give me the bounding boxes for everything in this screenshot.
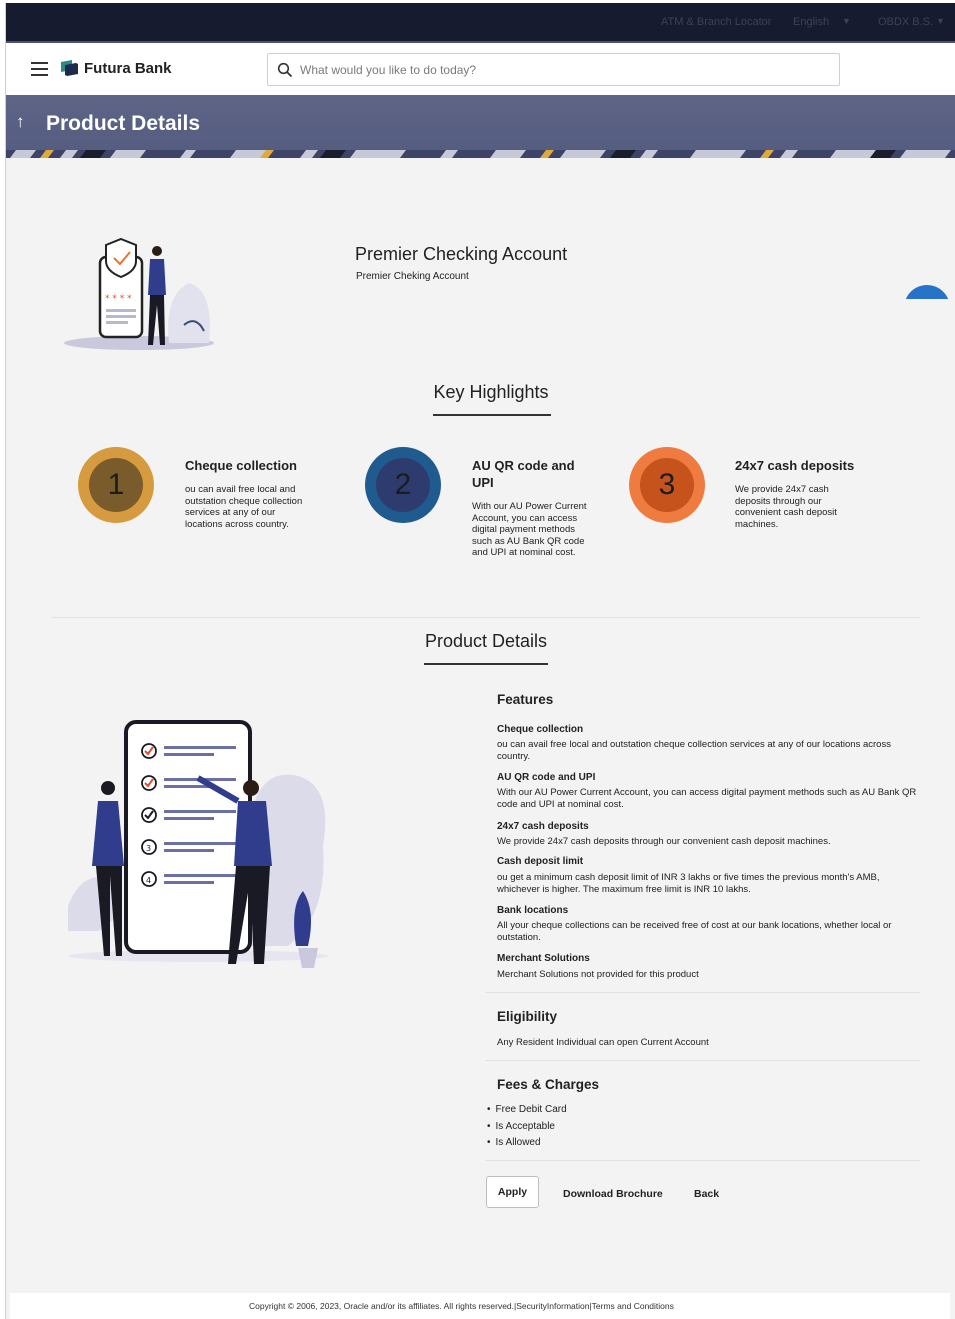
- key-highlights-underline: [433, 414, 551, 416]
- eligibility-text: Any Resident Individual can open Current…: [497, 1037, 709, 1048]
- product-details-title: Product Details: [424, 631, 548, 651]
- language-selector[interactable]: English: [793, 16, 829, 28]
- feature-text: Merchant Solutions not provided for this…: [497, 969, 699, 980]
- bubble-mask: [896, 299, 955, 339]
- copyright-text[interactable]: Copyright © 2006, 2023, Oracle and/or it…: [249, 1301, 674, 1311]
- highlight-title: Cheque collection: [185, 458, 297, 473]
- app-header: Futura Bank: [6, 41, 955, 95]
- section-divider: [52, 617, 920, 618]
- section-divider: [485, 1060, 920, 1061]
- decorative-pattern-strip: [6, 150, 955, 158]
- feature-text: ou get a minimum cash deposit limit of I…: [497, 872, 880, 895]
- feature-text: ou can avail free local and outstation c…: [497, 739, 891, 762]
- highlight-number: 3: [640, 458, 694, 512]
- product-details-underline: [424, 663, 548, 665]
- product-name: Premier Checking Account: [355, 244, 568, 264]
- back-button[interactable]: Back: [694, 1188, 719, 1200]
- highlight-number-badge: 2: [365, 447, 441, 523]
- features-heading: Features: [497, 692, 554, 707]
- search-input[interactable]: [300, 61, 820, 79]
- svg-text:* * * *: * * * *: [105, 294, 132, 304]
- feature-title: Merchant Solutions: [497, 953, 590, 964]
- atm-branch-locator-link[interactable]: ATM & Branch Locator: [661, 16, 771, 28]
- apply-button[interactable]: Apply: [486, 1176, 539, 1208]
- feature-text: With our AU Power Current Account, you c…: [497, 787, 917, 810]
- download-brochure-button[interactable]: Download Brochure: [563, 1188, 663, 1200]
- product-description: Premier Cheking Account: [356, 271, 469, 282]
- hamburger-menu-icon[interactable]: [31, 62, 48, 76]
- highlight-text: We provide 24x7 cash deposits through ou…: [735, 484, 837, 530]
- highlight-number: 2: [376, 458, 430, 512]
- svg-text:4: 4: [146, 876, 151, 885]
- back-arrow-icon[interactable]: ↑: [16, 112, 25, 132]
- user-menu[interactable]: OBDX B.S.: [878, 16, 933, 28]
- highlight-number: 1: [89, 458, 143, 512]
- eligibility-heading: Eligibility: [497, 1009, 558, 1024]
- search-icon: [277, 62, 293, 78]
- highlight-title: AU QR code and UPI: [472, 458, 575, 490]
- highlight-number-badge: 1: [78, 447, 154, 523]
- chevron-down-icon: ▼: [936, 16, 945, 26]
- feature-text: We provide 24x7 cash deposits through ou…: [497, 836, 831, 847]
- key-highlights-title: Key Highlights: [433, 382, 549, 402]
- section-divider: [485, 1160, 920, 1161]
- search-box[interactable]: [267, 53, 840, 86]
- feature-title: 24x7 cash deposits: [497, 821, 589, 832]
- section-divider: [485, 992, 920, 993]
- feature-title: AU QR code and UPI: [497, 772, 596, 783]
- svg-text:3: 3: [146, 844, 151, 853]
- highlight-text: ou can avail free local and outstation c…: [185, 484, 303, 530]
- footer: Copyright © 2006, 2023, Oracle and/or it…: [10, 1293, 950, 1319]
- fee-item: Is Allowed: [487, 1137, 541, 1148]
- fee-item: Free Debit Card: [487, 1104, 567, 1115]
- app-frame: ATM & Branch Locator English ▼ OBDX B.S.…: [5, 3, 955, 1319]
- feature-title: Cheque collection: [497, 724, 584, 735]
- top-utility-bar: ATM & Branch Locator English ▼ OBDX B.S.…: [6, 3, 955, 41]
- bank-logo-icon: [61, 60, 78, 76]
- feature-title: Cash deposit limit: [497, 856, 584, 867]
- feature-title: Bank locations: [497, 905, 569, 916]
- highlight-number-badge: 3: [629, 447, 705, 523]
- highlight-text: With our AU Power Current Account, you c…: [472, 501, 587, 558]
- feature-text: All your cheque collections can be recei…: [497, 920, 892, 943]
- product-illustration: * * * *: [64, 237, 214, 350]
- brand-name[interactable]: Futura Bank: [84, 60, 172, 77]
- page-title: Product Details: [46, 112, 201, 135]
- checklist-illustration: 3 4: [68, 720, 328, 968]
- highlight-title: 24x7 cash deposits: [735, 458, 855, 473]
- page-title-band: ↑ Product Details: [6, 95, 955, 158]
- chevron-down-icon: ▼: [842, 16, 851, 26]
- fee-item: Is Acceptable: [487, 1121, 555, 1132]
- fees-heading: Fees & Charges: [497, 1077, 600, 1092]
